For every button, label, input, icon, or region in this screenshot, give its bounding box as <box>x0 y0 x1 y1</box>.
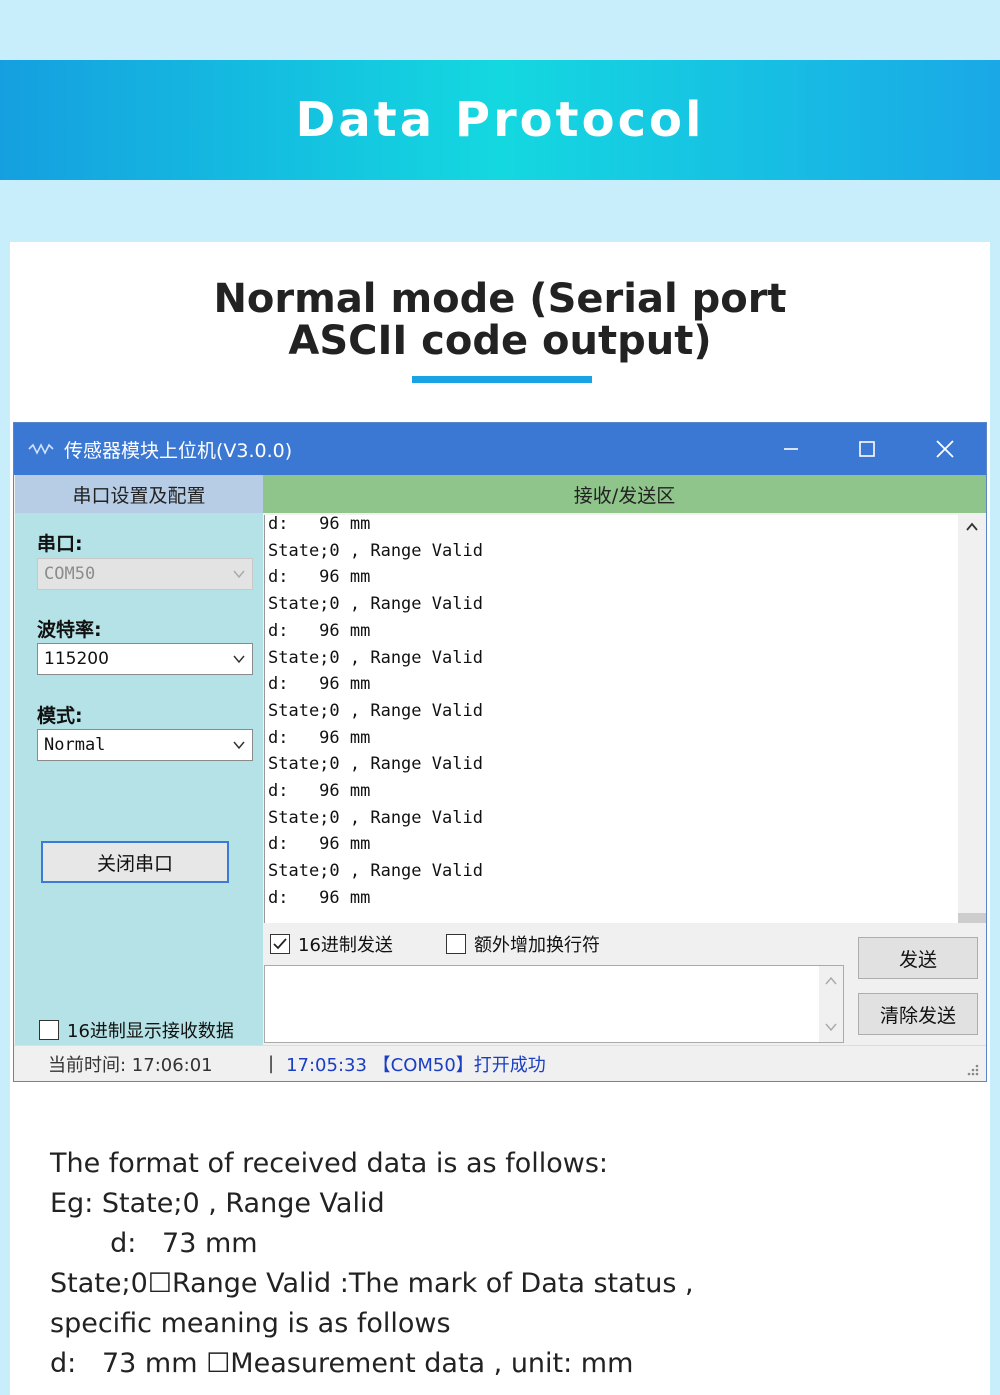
banner-title: Data Protocol <box>295 92 705 148</box>
received-line: d: 96 mm <box>268 567 371 588</box>
mode-label: 模式: <box>37 705 83 727</box>
description-line: specific meaning is as follows <box>50 1308 451 1339</box>
format-description: The format of received data is as follow… <box>50 1144 694 1384</box>
received-line: d: 96 mm <box>268 620 371 641</box>
description-line: The format of received data is as follow… <box>50 1148 608 1179</box>
checkbox-box-checked[interactable] <box>270 934 290 954</box>
received-line: d: 96 mm <box>268 515 371 534</box>
close-icon <box>936 440 954 458</box>
close-port-button[interactable]: 关闭串口 <box>41 841 229 883</box>
receive-scrollbar[interactable] <box>958 515 986 923</box>
received-line: State;0 , Range Valid <box>268 861 483 882</box>
maximize-button[interactable] <box>832 423 902 475</box>
received-line: State;0 , Range Valid <box>268 807 483 828</box>
checkbox-box[interactable] <box>39 1020 59 1040</box>
heading-line-2: ASCII code output) <box>288 318 712 364</box>
minimize-button[interactable] <box>756 423 826 475</box>
baud-label: 波特率: <box>37 619 102 641</box>
chevron-down-icon <box>233 741 245 750</box>
send-button[interactable]: 发送 <box>858 937 978 979</box>
status-message: 17:05:33 【COM50】打开成功 <box>286 1054 546 1076</box>
checkbox-box[interactable] <box>446 934 466 954</box>
received-line: d: 96 mm <box>268 781 371 802</box>
title-bar[interactable]: 传感器模块上位机(V3.0.0) <box>14 423 986 475</box>
send-input[interactable] <box>264 965 844 1043</box>
current-time: 当前时间: 17:06:01 <box>48 1054 213 1076</box>
heading-line-1: Normal mode (Serial port <box>213 276 787 322</box>
received-line: State;0 , Range Valid <box>268 540 483 561</box>
receive-area[interactable]: d: 96 mm State;0 , Range Valid d: 96 mm Sta… <box>264 515 958 923</box>
received-line: State;0 , Range Valid <box>268 700 483 721</box>
resize-grip-icon[interactable] <box>964 1061 980 1077</box>
description-line: d: 73 mm ☐Measurement data , unit: mm <box>50 1348 634 1379</box>
extra-newline-label: 额外增加换行符 <box>474 935 600 956</box>
serial-settings-panel: 串口设置及配置 串口: COM50 波特率: 115200 模式: Normal… <box>15 475 263 1045</box>
received-line: d: 96 mm <box>268 674 371 695</box>
checkmark-icon <box>273 938 287 950</box>
clear-send-button[interactable]: 清除发送 <box>858 993 978 1035</box>
status-separator: | <box>268 1053 275 1074</box>
hex-send-label: 16进制发送 <box>298 935 393 956</box>
received-line: State;0 , Range Valid <box>268 754 483 775</box>
description-line: d: 73 mm <box>50 1228 258 1259</box>
received-line: State;0 , Range Valid <box>268 647 483 668</box>
scroll-thumb[interactable] <box>958 913 986 923</box>
app-window: 传感器模块上位机(V3.0.0) 串口设置及配置 串口: COM50 波特率: … <box>13 422 987 1082</box>
port-value: COM50 <box>44 564 96 584</box>
baud-value: 115200 <box>44 649 109 669</box>
chevron-up-icon[interactable] <box>964 521 980 533</box>
mode-select[interactable]: Normal <box>37 729 253 761</box>
heading-underline <box>412 376 592 383</box>
top-banner: Data Protocol <box>0 60 1000 180</box>
chevron-down-icon[interactable] <box>824 1022 838 1032</box>
hex-send-checkbox[interactable]: 16进制发送 <box>270 931 393 957</box>
chevron-up-icon[interactable] <box>824 976 838 986</box>
settings-header: 串口设置及配置 <box>15 475 263 513</box>
extra-newline-checkbox[interactable]: 额外增加换行符 <box>446 931 600 957</box>
minimize-icon <box>784 448 798 450</box>
chevron-down-icon <box>233 570 245 579</box>
port-label: 串口: <box>37 533 83 555</box>
mode-value: Normal <box>44 735 106 755</box>
maximize-icon <box>859 441 875 457</box>
recv-send-header: 接收/发送区 <box>263 475 986 513</box>
description-line: Eg: State;0 , Range Valid <box>50 1188 385 1219</box>
received-data-list: d: 96 mm State;0 , Range Valid d: 96 mm Sta… <box>268 515 483 912</box>
received-line: d: 96 mm <box>268 887 371 908</box>
section-heading: Normal mode (Serial port ASCII code outp… <box>0 278 1000 362</box>
received-line: d: 96 mm <box>268 727 371 748</box>
baud-select[interactable]: 115200 <box>37 643 253 675</box>
close-window-button[interactable] <box>910 423 980 475</box>
send-scrollbar[interactable] <box>819 966 843 1042</box>
port-select[interactable]: COM50 <box>37 558 253 590</box>
app-logo-icon <box>28 443 54 455</box>
window-title: 传感器模块上位机(V3.0.0) <box>64 439 293 462</box>
hex-display-label: 16进制显示接收数据 <box>67 1021 234 1042</box>
status-bar: 当前时间: 17:06:01 | 17:05:33 【COM50】打开成功 <box>14 1045 986 1081</box>
received-line: State;0 , Range Valid <box>268 594 483 615</box>
hex-display-checkbox[interactable]: 16进制显示接收数据 <box>39 1017 234 1043</box>
received-line: d: 96 mm <box>268 834 371 855</box>
chevron-down-icon <box>233 655 245 664</box>
description-line: State;0☐Range Valid :The mark of Data st… <box>50 1268 694 1299</box>
